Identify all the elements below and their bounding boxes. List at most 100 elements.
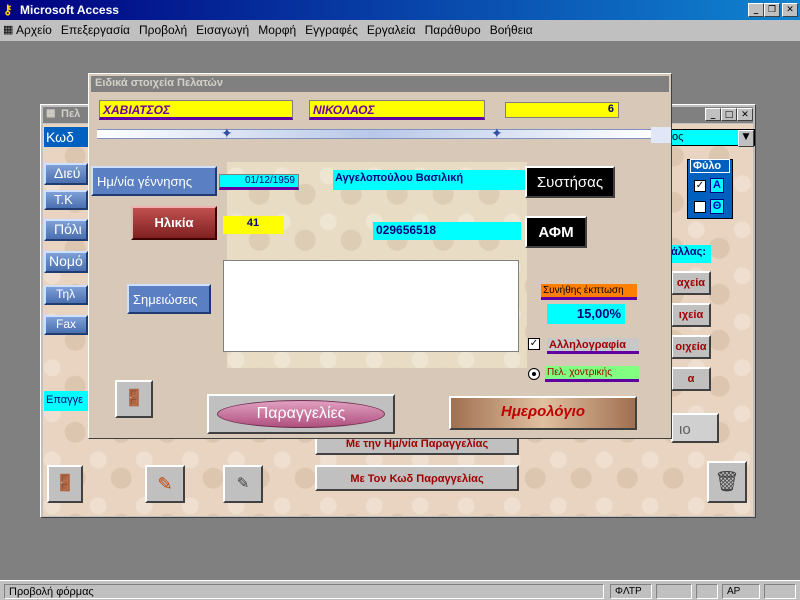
- recommender-button[interactable]: Συστήσας: [525, 166, 615, 198]
- status-blank-1: [656, 584, 692, 599]
- restore-button[interactable]: ❐: [764, 3, 780, 17]
- edit-tool-button[interactable]: ✎: [145, 465, 185, 503]
- age-value: 41: [246, 217, 260, 229]
- delete-button[interactable]: 🗑: [707, 461, 747, 503]
- discount-field[interactable]: 15,00%: [547, 304, 625, 324]
- profession-label: Επαγγε: [46, 394, 84, 406]
- fax-label: Fax: [44, 315, 88, 335]
- name-field[interactable]: ΝΙΚΟΛΑΟΣ: [309, 100, 485, 120]
- combo-value: ος: [672, 131, 684, 143]
- phone-label: Τηλ: [44, 285, 88, 305]
- afm-field[interactable]: 029656518: [373, 222, 521, 240]
- save-record-button[interactable]: ✎: [223, 465, 263, 503]
- status-text: Προβολή φόρμας: [4, 584, 604, 599]
- menu-bar: ▦ Αρχείο Επεξεργασία Προβολή Εισαγωγή Μορφή Ε…: [0, 20, 800, 42]
- calendar-label: Ημερολόγιο: [501, 403, 585, 420]
- orders-button[interactable]: Παραγγελίες: [207, 394, 395, 434]
- chevron-down-icon[interactable]: ▼: [738, 130, 754, 147]
- gender-group: Φύλο ✓ Α Θ: [687, 159, 733, 219]
- app-title: Microsoft Access: [20, 3, 119, 17]
- customer-details-dialog: Ειδικά στοιχεία Πελατών ΧΑΒΙΑΤΣΟΣ ΝΙΚΟΛΑ…: [88, 73, 672, 439]
- form-maximize-button[interactable]: □: [721, 108, 737, 121]
- trash-icon: 🗑: [714, 471, 740, 493]
- recommender-value: Αγγελοπούλου Βασιλική: [335, 172, 464, 184]
- address-label: Διεύ: [44, 163, 88, 185]
- menu-file[interactable]: Αρχείο: [16, 23, 52, 37]
- city-label: Πόλι: [44, 219, 88, 241]
- code-value: 6: [607, 103, 614, 115]
- orders-label: Παραγγελίες: [256, 405, 346, 422]
- birthdate-value: 01/12/1959: [244, 175, 295, 186]
- notes-label-button[interactable]: Σημειώσεις: [127, 284, 211, 314]
- right-button-2[interactable]: ιχεία: [671, 303, 711, 327]
- divider-line: ✦ ✦: [97, 125, 651, 141]
- name-value[interactable]: ΝΙΚΟΛΑΟΣ: [313, 103, 375, 117]
- gender-a-label: Α: [710, 178, 724, 193]
- status-bar: Προβολή φόρμας ΦΛΤΡ ΑΡ: [0, 580, 800, 600]
- menu-window[interactable]: Παράθυρο: [425, 23, 481, 37]
- close-button[interactable]: ✕: [782, 3, 798, 17]
- pen-icon: ✎: [157, 474, 173, 494]
- menu-tools[interactable]: Εργαλεία: [367, 23, 416, 37]
- form-minimize-button[interactable]: _: [705, 108, 721, 121]
- code-label: Κωδ: [44, 127, 90, 147]
- recommender-field[interactable]: Αγγελοπούλου Βασιλική: [333, 170, 527, 190]
- exit-door-icon: 🚪: [55, 475, 75, 492]
- dialog-title: Ειδικά στοιχεία Πελατών: [95, 77, 223, 89]
- contractor-label: Πελ. χοντρικής: [545, 366, 639, 382]
- age-label-button[interactable]: Ηλικία: [131, 206, 217, 240]
- surname-field[interactable]: ΧΑΒΙΑΤΣΟΣ: [99, 100, 293, 120]
- discount-label: Συνήθης έκπτωση: [541, 284, 637, 300]
- discount-value: 15,00%: [576, 306, 621, 321]
- profession-field[interactable]: Επαγγε: [44, 391, 92, 411]
- notes-field[interactable]: [223, 260, 519, 352]
- status-blank-3: [764, 584, 796, 599]
- form-close-button[interactable]: ✕: [737, 108, 753, 121]
- dialog-titlebar: Ειδικά στοιχεία Πελατών: [91, 76, 669, 92]
- star-right-icon: ✦: [491, 125, 503, 141]
- postcode-label: Τ.Κ: [44, 190, 88, 210]
- menu-view[interactable]: Προβολή: [139, 23, 187, 37]
- gender-a-checkbox[interactable]: ✓: [694, 180, 706, 192]
- correspondence-label: Αλληλογραφία: [547, 338, 639, 354]
- minimize-button[interactable]: _: [748, 3, 764, 17]
- birthdate-field[interactable]: 01/12/1959: [219, 174, 299, 190]
- side-arrow-button[interactable]: ιο: [671, 413, 719, 443]
- afm-button[interactable]: ΑΦΜ: [525, 216, 587, 248]
- orders-pill: Παραγγελίες: [217, 400, 385, 428]
- doc-icon[interactable]: ▦: [3, 23, 13, 36]
- menu-records[interactable]: Εγγραφές: [305, 23, 358, 37]
- surname-value: ΧΑΒΙΑΤΣΟΣ: [103, 103, 171, 117]
- afm-value: 029656518: [376, 223, 437, 237]
- exit-door-icon: 🚪: [124, 390, 144, 407]
- combo-field[interactable]: ος ▼: [669, 129, 755, 147]
- gender-th-label: Θ: [710, 199, 724, 214]
- age-field[interactable]: 41: [223, 216, 283, 234]
- status-blank-2: [696, 584, 718, 599]
- dialog-exit-button[interactable]: 🚪: [115, 380, 153, 418]
- menu-insert[interactable]: Εισαγωγή: [196, 23, 249, 37]
- prefecture-label: Νομό: [44, 251, 88, 273]
- menu-format[interactable]: Μορφή: [258, 23, 296, 37]
- app-titlebar: ⚷ Microsoft Access _ ❐ ✕: [0, 0, 800, 20]
- status-filter: ΦΛΤΡ: [610, 584, 652, 599]
- right-button-1[interactable]: αχεία: [671, 271, 711, 295]
- calendar-button[interactable]: Ημερολόγιο: [449, 396, 637, 430]
- header-right-strip: [651, 127, 671, 143]
- right-button-3[interactable]: οιχεία: [671, 335, 711, 359]
- gender-label: Φύλο: [690, 159, 730, 173]
- code-field[interactable]: 6: [505, 102, 619, 118]
- orders-by-code-button[interactable]: Με Τον Κωδ Παραγγελίας: [315, 465, 519, 491]
- exit-form-button[interactable]: 🚪: [47, 465, 83, 503]
- gender-th-checkbox[interactable]: [694, 201, 706, 213]
- customers-form-title: Πελ: [61, 108, 81, 120]
- menu-edit[interactable]: Επεξεργασία: [61, 23, 130, 37]
- birthdate-label-button[interactable]: Ημ/νία γέννησης: [91, 166, 217, 196]
- menu-help[interactable]: Βοήθεια: [490, 23, 533, 37]
- contractor-radio[interactable]: [528, 368, 540, 380]
- other-label: άλλας:: [669, 245, 711, 263]
- correspondence-checkbox[interactable]: ✓: [528, 338, 540, 350]
- edit-record-icon: ✎: [236, 475, 250, 492]
- right-button-4[interactable]: α: [671, 367, 711, 391]
- key-icon: ⚷: [3, 2, 13, 17]
